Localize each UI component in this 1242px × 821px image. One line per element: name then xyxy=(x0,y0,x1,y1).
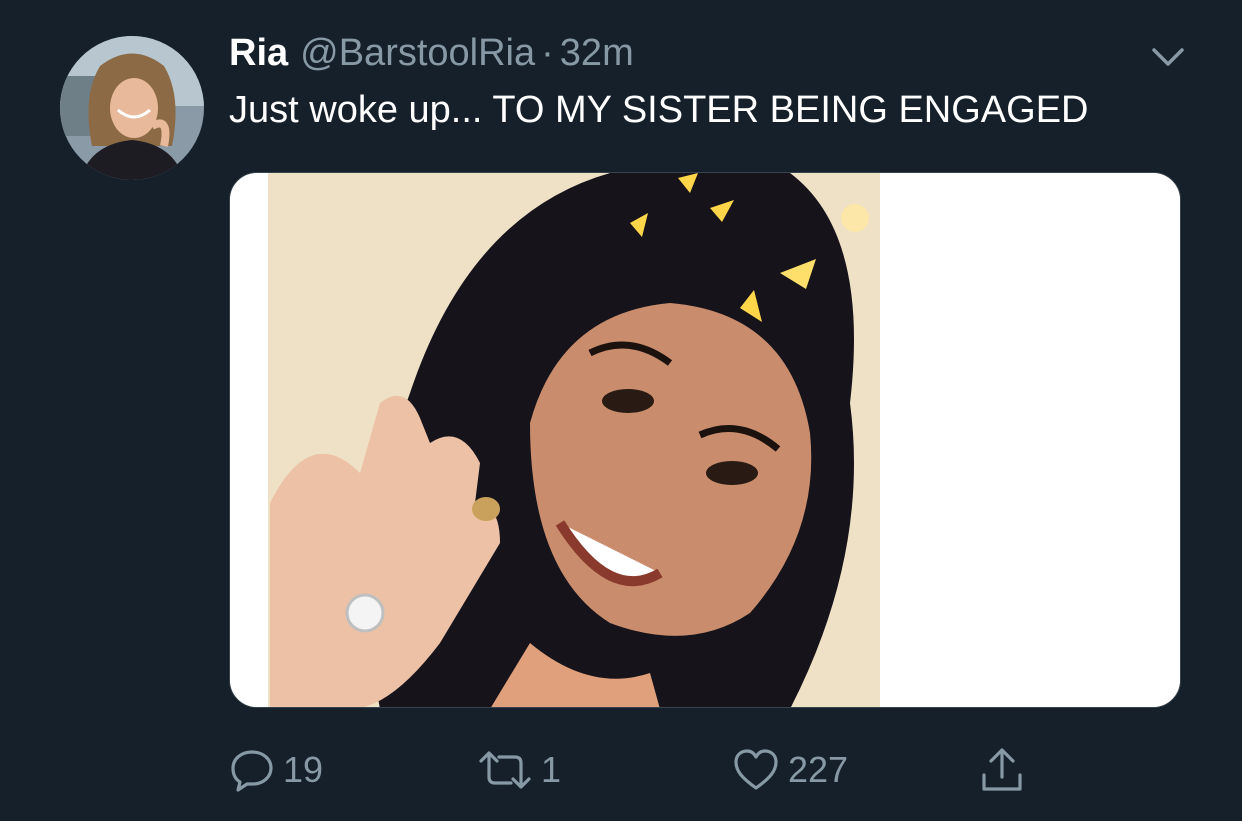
like-count: 227 xyxy=(788,749,849,790)
photo-icon xyxy=(230,173,1180,707)
display-name[interactable]: Ria xyxy=(229,32,288,75)
reply-count: 19 xyxy=(283,749,324,790)
reply-button[interactable]: 19 xyxy=(229,740,323,800)
like-button[interactable]: 227 xyxy=(732,740,848,800)
heart-icon xyxy=(734,749,778,790)
retweet-button[interactable]: 1 xyxy=(477,740,561,800)
separator: · xyxy=(541,31,554,74)
share-button[interactable] xyxy=(977,740,1027,800)
user-handle[interactable]: @BarstoolRia xyxy=(300,32,535,75)
avatar-photo xyxy=(60,36,204,180)
retweet-icon xyxy=(479,751,531,789)
timestamp[interactable]: 32m xyxy=(560,32,634,75)
reply-icon xyxy=(231,750,273,792)
tweet-photo[interactable] xyxy=(229,172,1181,708)
chevron-down-icon[interactable] xyxy=(1148,42,1188,72)
avatar[interactable] xyxy=(60,36,204,180)
retweet-count: 1 xyxy=(541,749,562,790)
tweet-text: Just woke up... TO MY SISTER BEING ENGAG… xyxy=(229,89,1089,131)
tweet[interactable]: Ria @BarstoolRia · 32m Just woke up... T… xyxy=(0,0,1242,821)
tweet-header: Ria @BarstoolRia · 32m xyxy=(229,26,634,80)
share-icon xyxy=(982,748,1022,791)
tweet-actions: 19 1 227 xyxy=(229,740,1181,800)
